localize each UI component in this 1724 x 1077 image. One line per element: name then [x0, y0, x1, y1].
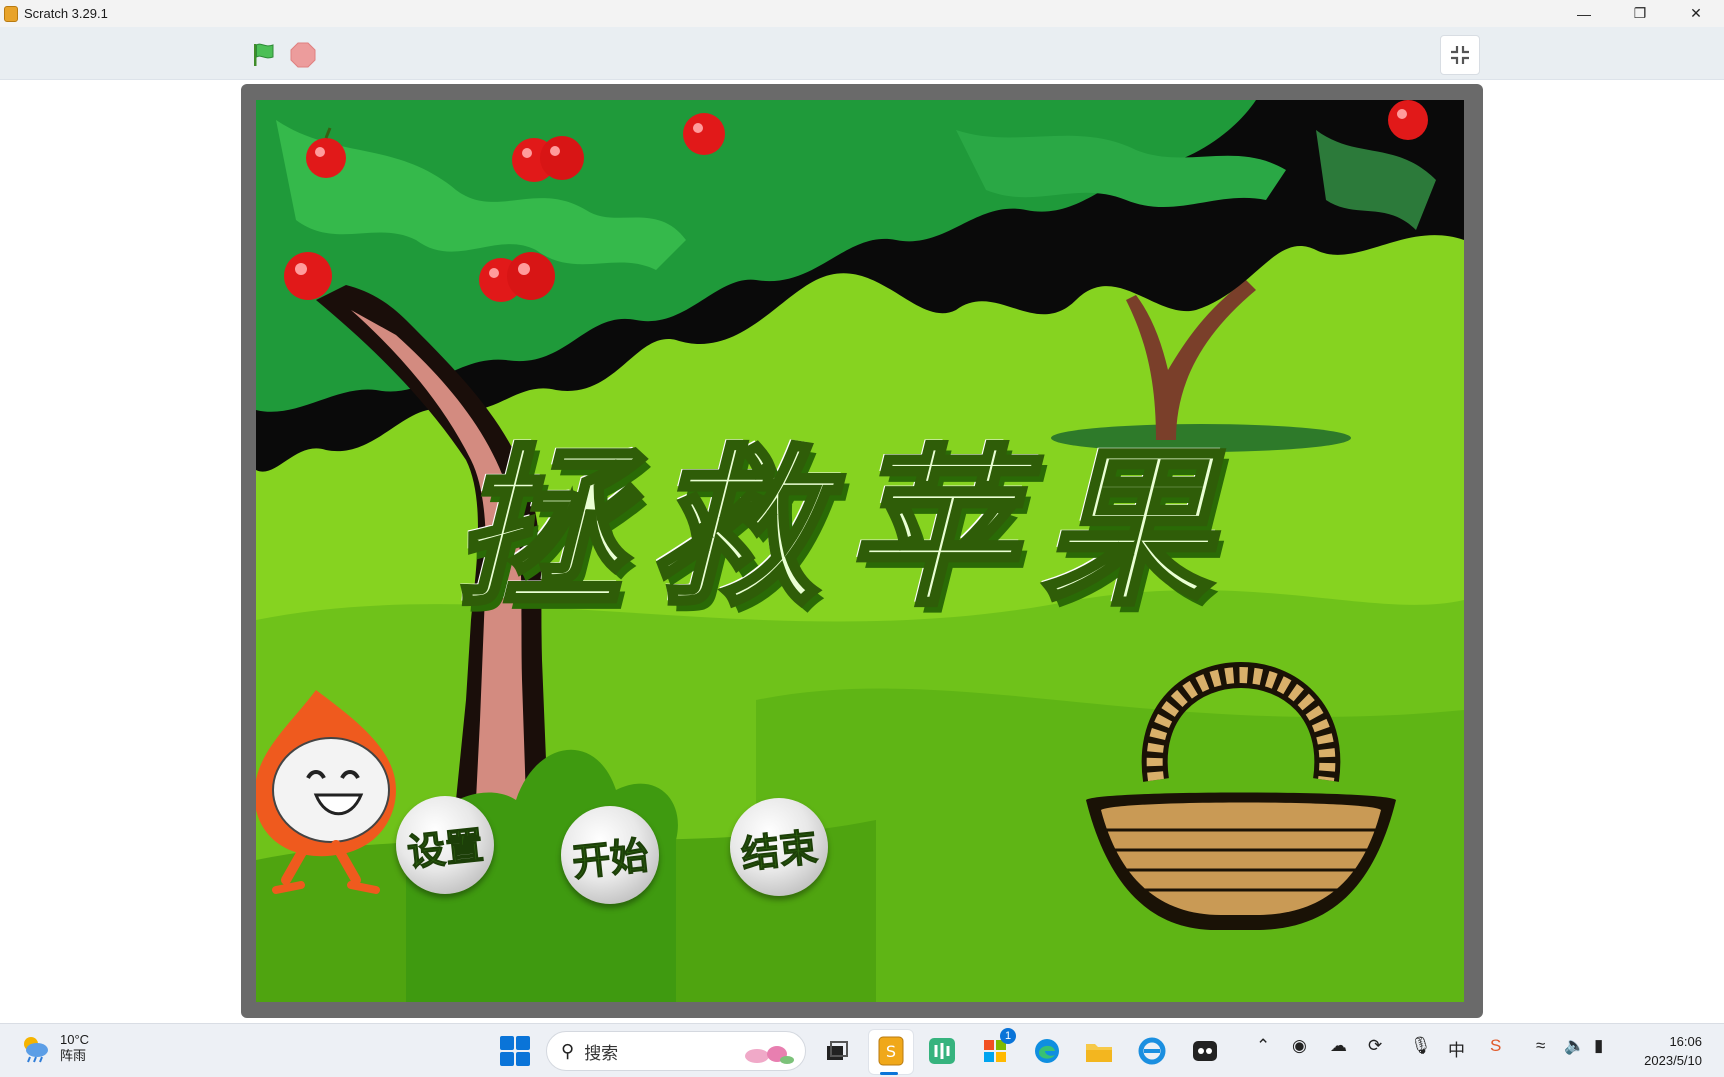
- clock-time: 16:06: [1669, 1034, 1702, 1049]
- game-stage[interactable]: 拯救苹果 设置 开始 结束: [256, 100, 1464, 1002]
- sync-icon[interactable]: ⟳: [1368, 1036, 1382, 1056]
- end-button-label: 结束: [739, 824, 820, 877]
- ie-browser-icon[interactable]: [1135, 1034, 1169, 1068]
- microphone-icon[interactable]: 🎙: [1410, 1036, 1432, 1056]
- end-button[interactable]: 结束: [730, 798, 828, 896]
- store-badge: 1: [1000, 1028, 1016, 1044]
- scratch-taskbar-icon[interactable]: S: [874, 1034, 908, 1068]
- restore-button[interactable]: ❐: [1612, 0, 1668, 27]
- edge-browser-icon[interactable]: [1030, 1034, 1064, 1068]
- show-hidden-icons-chevron-up-icon[interactable]: ⌃: [1256, 1036, 1270, 1056]
- weather-condition: 阵雨: [60, 1048, 87, 1063]
- microsoft-store-icon[interactable]: 1: [978, 1028, 1016, 1068]
- svg-text:S: S: [886, 1042, 896, 1061]
- weather-widget[interactable]: 10°C 阵雨: [20, 1032, 89, 1064]
- windows-taskbar: 10°C 阵雨 ⚲ 搜索 S 1 ⌃ ◉ ☁ ⟳ 🎙 中 S ≈ 🔈 ▮ 16:…: [0, 1023, 1724, 1077]
- wifi-icon[interactable]: ≈: [1536, 1036, 1545, 1056]
- scratch-link-icon[interactable]: [925, 1034, 959, 1068]
- file-explorer-icon[interactable]: [1082, 1034, 1116, 1068]
- lotus-decoration-icon: [745, 1046, 794, 1064]
- unfullscreen-button[interactable]: [1440, 35, 1480, 75]
- settings-button-label: 设置: [405, 822, 486, 875]
- windows-logo-tile: [516, 1036, 530, 1050]
- input-method-icon[interactable]: 中: [1448, 1036, 1465, 1061]
- qq-tray-icon[interactable]: ◉: [1292, 1036, 1307, 1056]
- stop-icon[interactable]: [290, 42, 316, 68]
- weather-temp: 10°C: [60, 1032, 90, 1047]
- game-title: 拯救苹果: [451, 431, 1238, 629]
- start-button[interactable]: 开始: [561, 806, 659, 904]
- clock-date: 2023/5/10: [1644, 1053, 1702, 1068]
- windows-logo-tile: [500, 1052, 514, 1066]
- green-flag-icon[interactable]: [250, 41, 278, 69]
- window-controls: — ❐ ✕: [1556, 0, 1724, 27]
- window-title-bar: Scratch 3.29.1 — ❐ ✕: [0, 0, 1724, 27]
- scratch-app-icon: [4, 5, 18, 22]
- close-button[interactable]: ✕: [1668, 0, 1724, 27]
- search-label: 搜索: [584, 1043, 619, 1063]
- start-button-label: 开始: [570, 832, 651, 885]
- system-clock[interactable]: 16:06 2023/5/10: [1644, 1032, 1702, 1070]
- sogou-ime-icon[interactable]: S: [1490, 1036, 1501, 1056]
- unfullscreen-icon: [1451, 46, 1469, 64]
- window-title: Scratch 3.29.1: [24, 6, 108, 21]
- task-view-icon[interactable]: [820, 1034, 854, 1068]
- windows-logo-tile: [516, 1052, 530, 1066]
- onedrive-cloud-icon[interactable]: ☁: [1330, 1036, 1347, 1056]
- stage-frame: 拯救苹果 设置 开始 结束: [241, 84, 1483, 1018]
- taskbar-search[interactable]: ⚲ 搜索: [546, 1031, 806, 1071]
- minimize-button[interactable]: —: [1556, 0, 1612, 27]
- battery-icon[interactable]: ▮: [1594, 1036, 1603, 1056]
- volume-icon[interactable]: 🔈: [1564, 1036, 1585, 1056]
- windows-logo-tile: [500, 1036, 514, 1050]
- start-menu-button[interactable]: [500, 1036, 530, 1066]
- game-controller-app-icon[interactable]: [1188, 1034, 1222, 1068]
- rain-cloud-icon: [24, 1037, 48, 1063]
- player-control-bar: [0, 27, 1724, 80]
- search-icon: ⚲: [561, 1040, 575, 1061]
- settings-button[interactable]: 设置: [396, 796, 494, 894]
- active-app-indicator: [880, 1072, 898, 1075]
